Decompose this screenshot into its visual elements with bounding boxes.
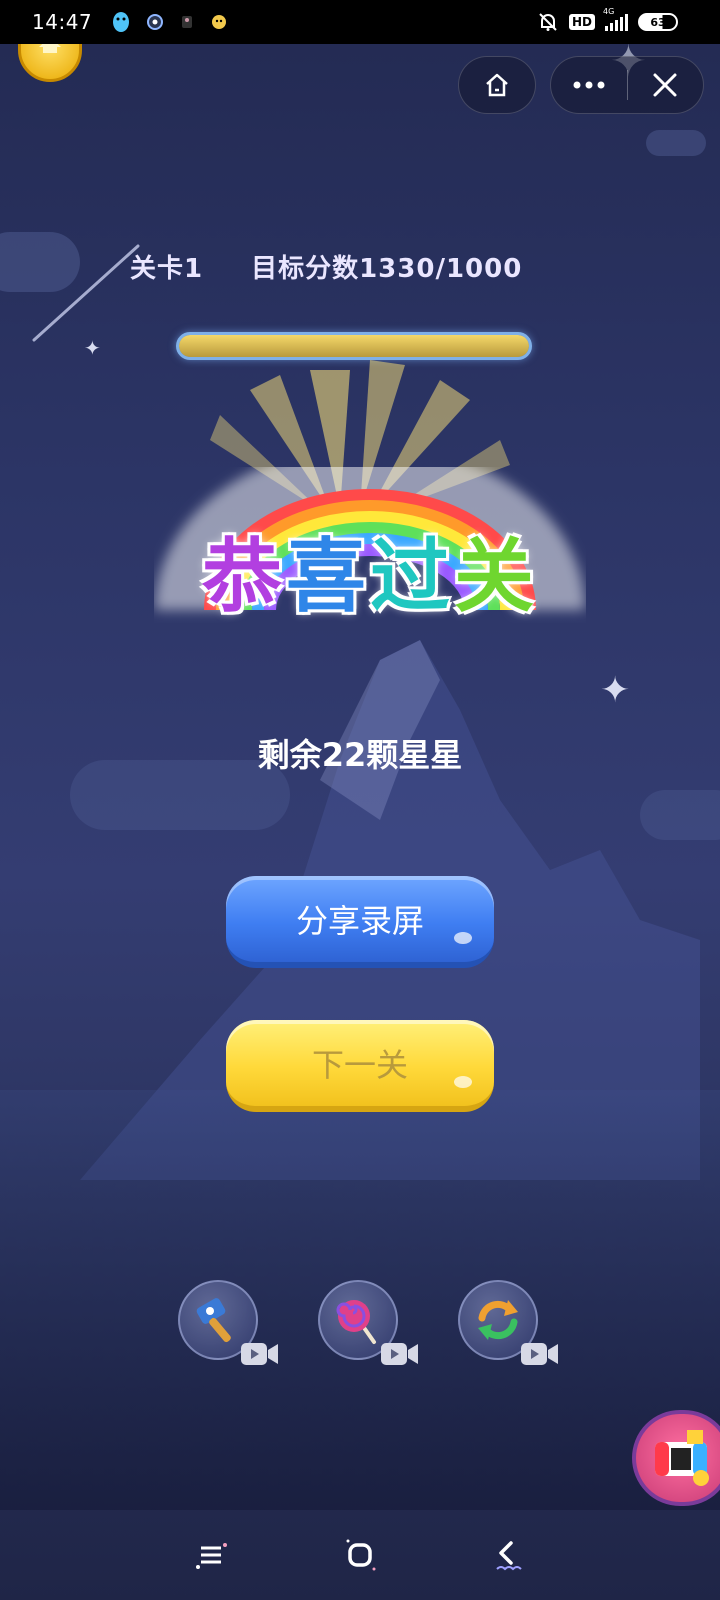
menu-lines-icon (196, 1543, 228, 1569)
back-chevron-icon (495, 1541, 522, 1571)
mute-bell-icon (539, 13, 557, 31)
video-ad-icon (381, 1343, 418, 1365)
hd-badge: HD (568, 14, 595, 30)
status-right-group: HD 4G 63 (537, 7, 678, 33)
status-bar: 14:47 HD 4G 63 (0, 0, 720, 44)
signal-strength-icon: 4G (603, 7, 628, 31)
nav-home-button[interactable] (330, 1525, 390, 1585)
shooting-star (32, 244, 140, 342)
battery-icon: 63 (638, 13, 678, 31)
status-notification-icons (110, 10, 228, 34)
close-icon (653, 73, 677, 97)
home-circle-icon (346, 1539, 376, 1571)
game-console-gift-icon (655, 1430, 709, 1486)
sparkle-icon: ✦ (600, 670, 631, 711)
system-nav-bar (0, 1510, 720, 1600)
shuffle-icon (478, 1300, 518, 1340)
share-recording-button[interactable]: 分享录屏 (226, 876, 494, 968)
score-progress-bar (176, 332, 532, 360)
title-char: 过 (370, 530, 454, 623)
button-gloss (454, 1076, 472, 1088)
share-recording-label: 分享录屏 (295, 902, 424, 940)
title-char: 喜 (286, 530, 370, 623)
gift-promo-button[interactable] (632, 1410, 720, 1506)
level-label: 关卡1 (130, 253, 204, 284)
next-level-label: 下一关 (311, 1046, 408, 1084)
battery-level: 63 (650, 15, 666, 29)
capsule-home-button[interactable] (458, 56, 536, 114)
status-time: 14:47 (32, 10, 93, 34)
hammer-icon (196, 1298, 231, 1343)
background-cloud (646, 130, 706, 156)
video-ad-icon (241, 1343, 278, 1365)
next-level-button[interactable]: 下一关 (226, 1020, 494, 1112)
more-options-button[interactable] (551, 57, 627, 113)
network-type-label: 4G (603, 7, 615, 16)
level-info: 关卡1 目标分数1330/1000 (130, 246, 590, 286)
nav-menu-button[interactable] (183, 1525, 243, 1585)
home-icon (486, 73, 508, 97)
app-notification-icon (212, 15, 227, 29)
level-complete-title: 恭 喜 过 关 (150, 520, 590, 623)
score-progress-fill (179, 335, 529, 357)
capsule-menu (550, 56, 704, 114)
title-char: 恭 (202, 530, 286, 623)
close-button[interactable] (628, 57, 704, 113)
app-notification-icon (182, 16, 193, 28)
app-notification-icon (147, 14, 164, 30)
target-score-label: 目标分数1330/1000 (251, 253, 523, 284)
video-ad-icon (521, 1343, 558, 1365)
lollipop-icon (336, 1300, 376, 1344)
more-dots-icon (573, 81, 605, 89)
remaining-stars-text: 剩余22颗星星 (257, 736, 463, 774)
qq-penguin-icon (113, 12, 130, 32)
button-gloss (454, 932, 472, 944)
sparkle-icon: ✦ (84, 336, 101, 360)
nav-back-button[interactable] (477, 1525, 537, 1585)
title-char: 关 (454, 530, 538, 623)
